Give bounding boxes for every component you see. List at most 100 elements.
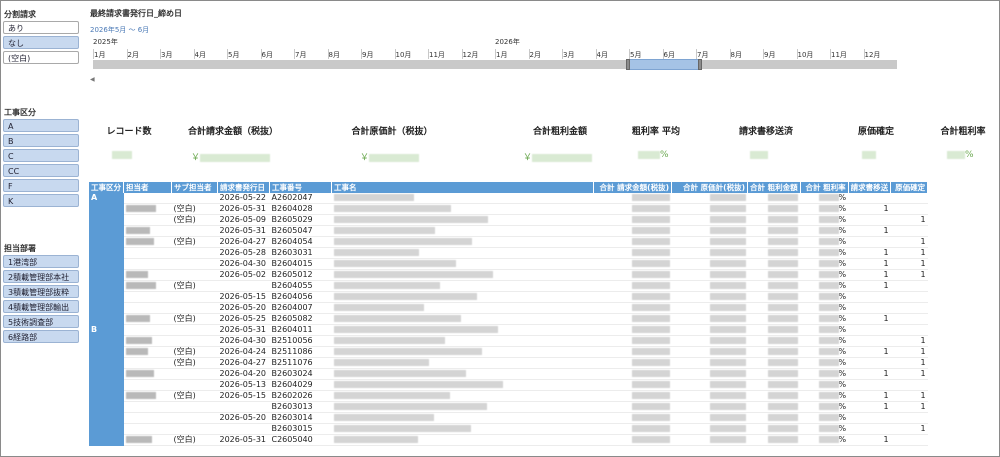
table-row[interactable]: (空白) 2026-05-15 B2602026% 1 1 xyxy=(89,390,928,403)
koji-kubun-cell xyxy=(89,357,124,370)
column-header[interactable]: 工事区分 xyxy=(89,182,124,193)
redacted-value xyxy=(768,403,799,411)
percent-sign: % xyxy=(838,391,847,401)
slicer-item[interactable]: F xyxy=(3,179,79,192)
timeline-month-label[interactable]: 3月 xyxy=(161,50,172,60)
table-row[interactable]: 2026-05-31 B2605047% 1 xyxy=(89,225,928,238)
table-row[interactable]: B2603013% 1 1 xyxy=(89,401,928,414)
redacted-value xyxy=(125,392,156,400)
timeline-month-label[interactable]: 10月 xyxy=(798,50,814,60)
redacted-value xyxy=(862,150,876,159)
gross-profit-cell xyxy=(747,335,801,348)
table-row[interactable]: B 2026-05-31 B2604011% xyxy=(89,324,928,337)
timeline-scroll-left-icon[interactable]: ◀ xyxy=(90,76,95,83)
column-header[interactable]: 合計 粗利率 xyxy=(800,182,849,193)
table-row[interactable]: (空白) 2026-04-27 B2511076% 1 xyxy=(89,357,928,370)
slicer-item[interactable]: (空白) xyxy=(3,51,79,64)
timeline-month-label[interactable]: 11月 xyxy=(831,50,847,60)
slicer-tanto-bumon: 担当部署 1港湾部 2積載管理部本社 3積載管理部抜粋 4積載管理部輸出 5技術調査部 6… xyxy=(3,242,79,345)
timeline-month-label[interactable]: 12月 xyxy=(865,50,881,60)
cost-confirmed-cell xyxy=(890,379,928,392)
slicer-item[interactable]: 3積載管理部抜粋 xyxy=(3,285,79,298)
table-row[interactable]: (空白) 2026-05-31 C2605040% 1 xyxy=(89,434,928,447)
koji-name-cell xyxy=(331,401,594,414)
timeline-month-label[interactable]: 8月 xyxy=(731,50,742,60)
timeline-month-label[interactable]: 7月 xyxy=(295,50,306,60)
timeline-month-label[interactable]: 9月 xyxy=(362,50,373,60)
column-header[interactable]: 合計 原価計(税抜) xyxy=(671,182,748,193)
slicer-item[interactable]: なし xyxy=(3,36,79,49)
cost-amount-cell xyxy=(671,203,748,216)
timeline-selection[interactable] xyxy=(628,59,700,70)
redacted-value xyxy=(768,392,799,400)
timeline-month-label[interactable]: 9月 xyxy=(764,50,775,60)
timeline-month-label[interactable]: 4月 xyxy=(195,50,206,60)
column-header[interactable]: 請求書移送 xyxy=(848,182,892,193)
column-header[interactable]: 担当者 xyxy=(123,182,172,193)
table-row[interactable]: 2026-05-15 B2604056% xyxy=(89,291,928,304)
table-row[interactable]: 2026-05-13 B2604029% xyxy=(89,379,928,392)
slicer-item[interactable]: B xyxy=(3,134,79,147)
table-row[interactable]: 2026-05-28 B2603031% 1 1 xyxy=(89,247,928,260)
timeline-month-label[interactable]: 1月 xyxy=(94,50,105,60)
redacted-value xyxy=(125,436,152,444)
slicer-item[interactable]: C xyxy=(3,149,79,162)
table-row[interactable]: A 2026-05-22 A2602047% xyxy=(89,193,928,205)
table-row[interactable]: 2026-04-20 B2603024% 1 1 xyxy=(89,368,928,381)
table-row[interactable]: (空白) 2026-04-27 B2604054% 1 xyxy=(89,236,928,249)
table-row[interactable]: 2026-04-30 B2604015% 1 1 xyxy=(89,258,928,271)
slicer-item[interactable]: 4積載管理部輸出 xyxy=(3,300,79,313)
kpi-value: ￥ xyxy=(191,150,271,163)
percent-sign: % xyxy=(838,215,847,225)
column-header[interactable]: 工事名 xyxy=(331,182,594,193)
slicer-item[interactable]: A xyxy=(3,119,79,132)
timeline-month-label[interactable]: 4月 xyxy=(597,50,608,60)
column-header[interactable]: 合計 請求金額(税抜) xyxy=(593,182,672,193)
slicer-item[interactable]: K xyxy=(3,194,79,207)
cost-confirmed-cell xyxy=(890,291,928,304)
column-header[interactable]: 合計 粗利金額 xyxy=(747,182,801,193)
timeline-month-label[interactable]: 11月 xyxy=(429,50,445,60)
slicer-item[interactable]: あり xyxy=(3,21,79,34)
slicer-item[interactable]: CC xyxy=(3,164,79,177)
timeline-month-label[interactable]: 2月 xyxy=(530,50,541,60)
timeline-track[interactable] xyxy=(93,60,897,69)
slicer-item[interactable]: 2積載管理部本社 xyxy=(3,270,79,283)
timeline-start-handle[interactable] xyxy=(626,59,630,70)
column-header[interactable]: サブ担当者 xyxy=(171,182,218,193)
timeline-month-label[interactable]: 5月 xyxy=(228,50,239,60)
timeline-month-label[interactable]: 12月 xyxy=(463,50,479,60)
table-row[interactable]: (空白) 2026-05-09 B2605029% 1 xyxy=(89,214,928,227)
redacted-value xyxy=(333,392,450,400)
timeline-month-label[interactable]: 8月 xyxy=(329,50,340,60)
slicer-item[interactable]: 1港湾部 xyxy=(3,255,79,268)
timeline-month-label[interactable]: 6月 xyxy=(262,50,273,60)
sub-tanto-cell: (空白) xyxy=(171,357,218,370)
table-row[interactable]: 2026-05-02 B2605012% 1 1 xyxy=(89,269,928,282)
column-header[interactable]: 原価確定 xyxy=(890,182,929,193)
table-row[interactable]: (空白) B2604055% 1 xyxy=(89,280,928,293)
table-row[interactable]: B2603015% 1 xyxy=(89,423,928,436)
koji-number-cell: A2602047 xyxy=(269,193,332,205)
timeline-month-label[interactable]: 3月 xyxy=(563,50,574,60)
table-row[interactable]: (空白) 2026-05-25 B2605082% 1 xyxy=(89,313,928,326)
timeline-month-label[interactable]: 1月 xyxy=(496,50,507,60)
cost-confirmed-cell: 1 xyxy=(890,401,928,414)
kpi-label: 合計粗利率 xyxy=(940,127,986,137)
column-header[interactable]: 工事番号 xyxy=(269,182,332,193)
table-row[interactable]: (空白) 2026-05-31 B2604028% 1 xyxy=(89,203,928,216)
timeline-month-label[interactable]: 10月 xyxy=(396,50,412,60)
table-row[interactable]: 2026-05-20 B2604007% xyxy=(89,302,928,315)
table-row[interactable]: (空白) 2026-04-24 B2511086% 1 1 xyxy=(89,346,928,359)
redacted-value xyxy=(631,194,670,202)
gross-profit-cell xyxy=(747,236,801,249)
redacted-value xyxy=(818,271,839,279)
redacted-value xyxy=(333,337,445,345)
timeline-end-handle[interactable] xyxy=(698,59,702,70)
table-row[interactable]: 2026-04-30 B2510056% 1 xyxy=(89,335,928,348)
slicer-item[interactable]: 6経路部 xyxy=(3,330,79,343)
slicer-item[interactable]: 5技術調査部 xyxy=(3,315,79,328)
table-row[interactable]: 2026-05-20 B2603014% xyxy=(89,412,928,425)
timeline-month-label[interactable]: 2月 xyxy=(128,50,139,60)
column-header[interactable]: 請求書発行日 xyxy=(217,182,270,193)
